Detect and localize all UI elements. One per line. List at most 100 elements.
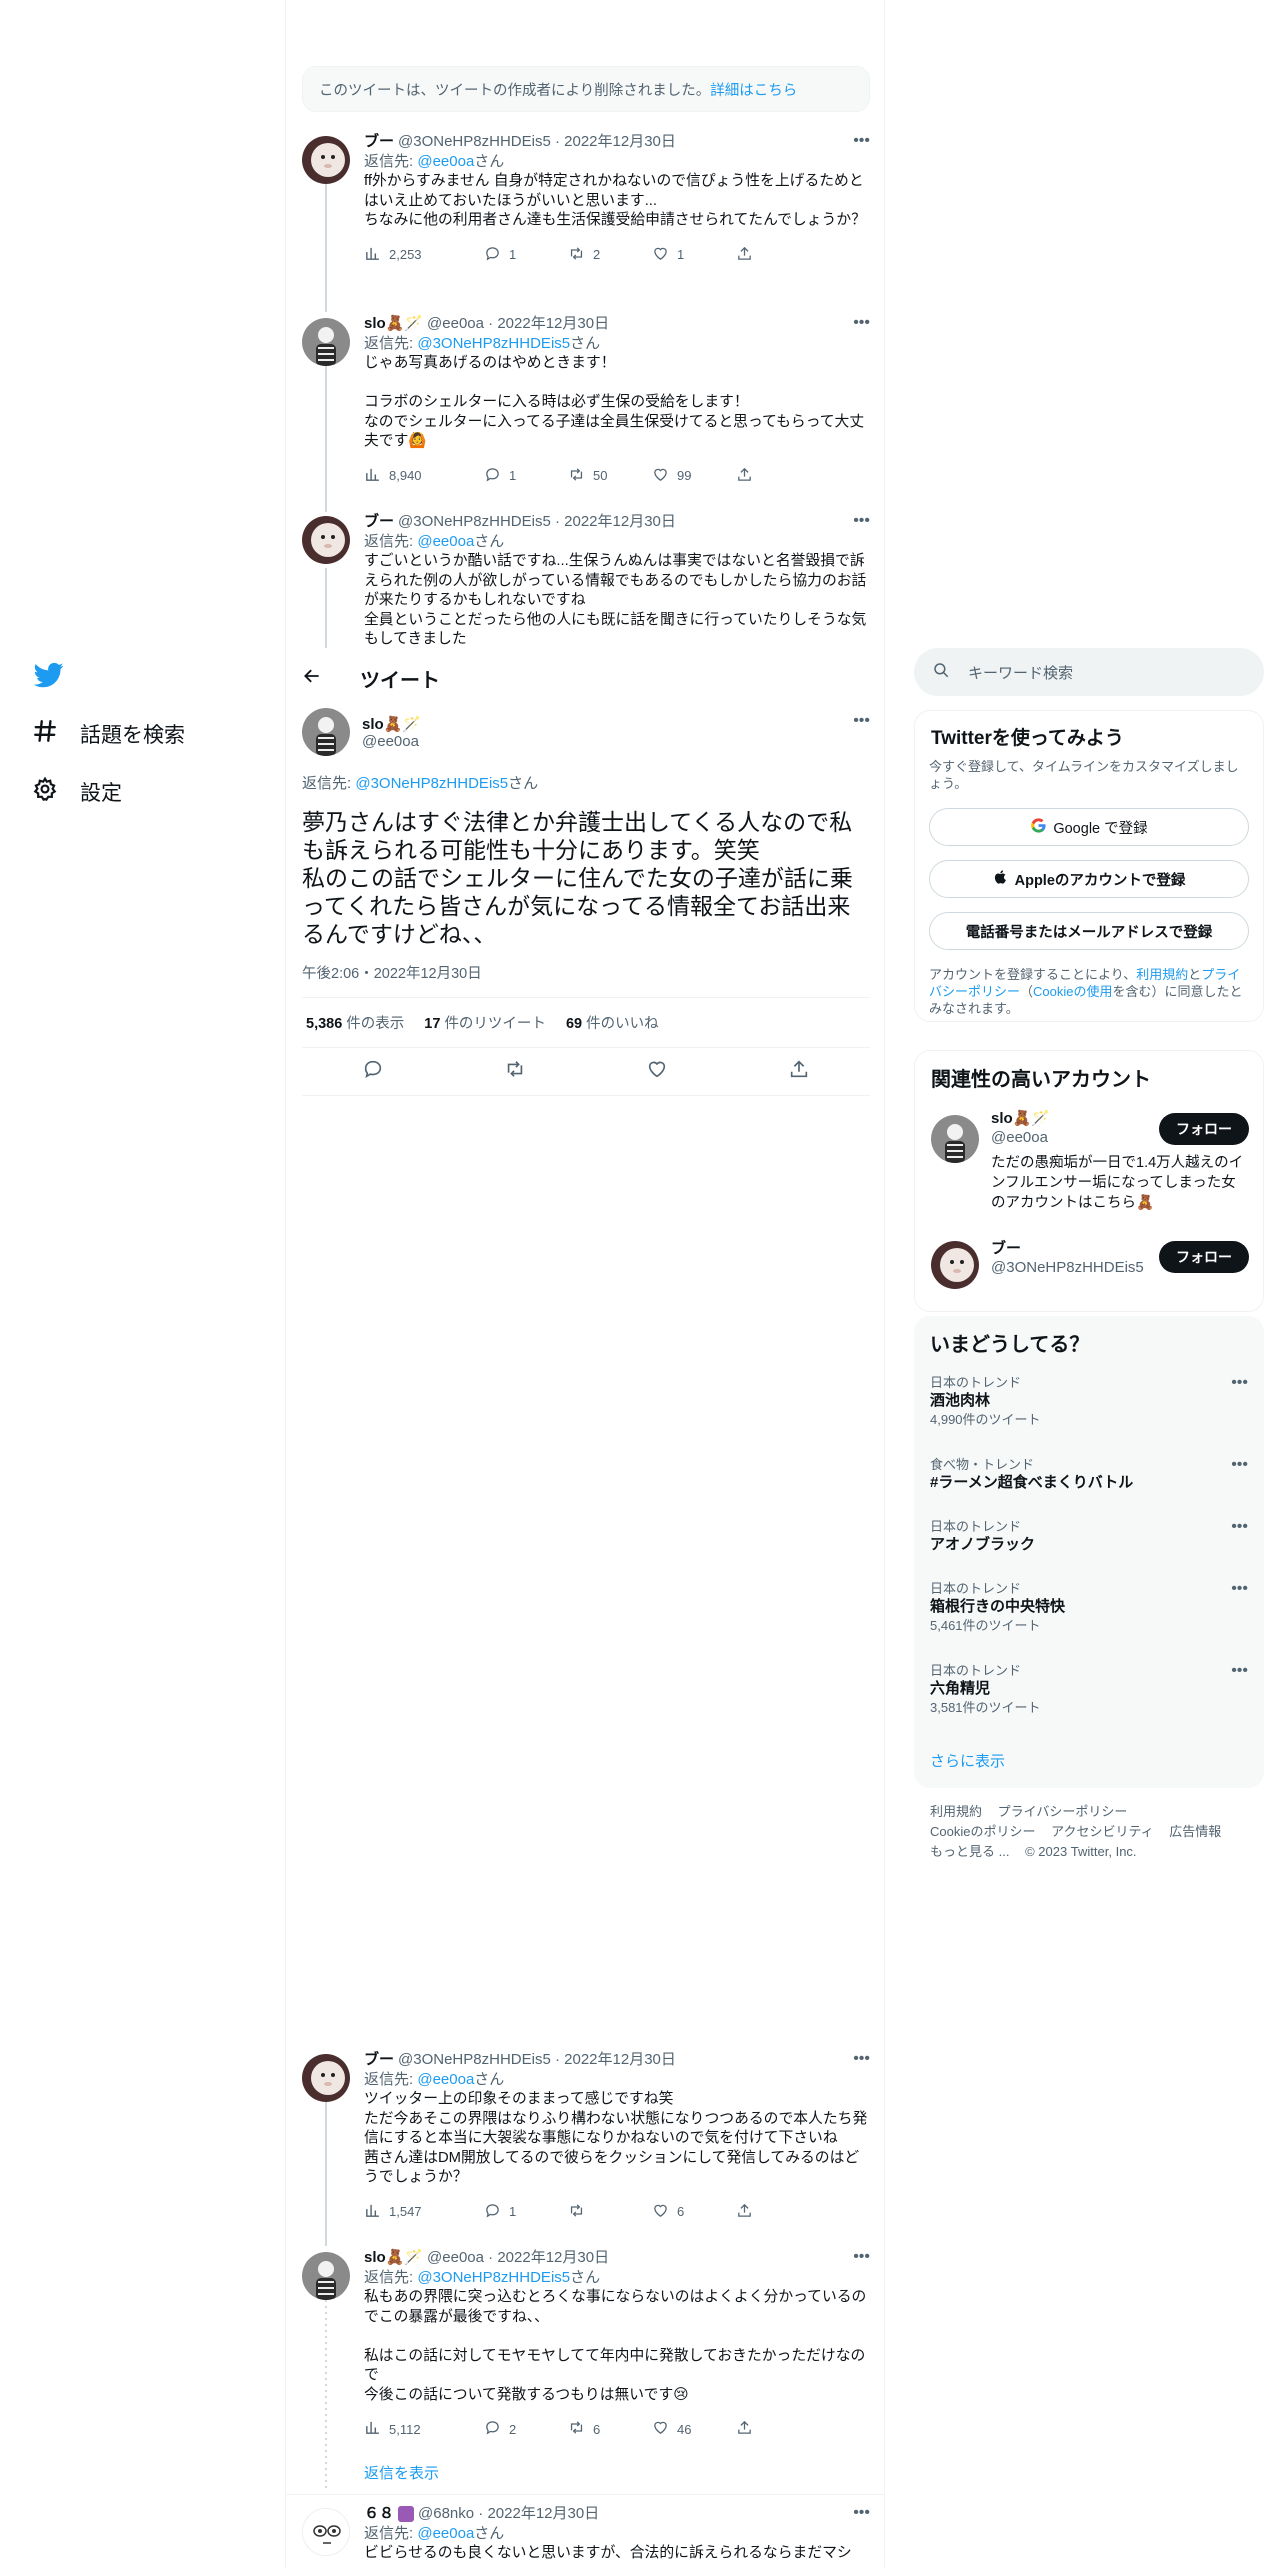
avatar[interactable] xyxy=(302,2508,350,2556)
tweet-date[interactable]: 2022年12月30日 xyxy=(487,2504,599,2524)
terms-link[interactable]: 利用規約 xyxy=(1136,967,1188,982)
more-options-icon[interactable]: ••• xyxy=(853,512,870,530)
like-button[interactable]: 1 xyxy=(652,245,736,265)
author-name[interactable]: ブー xyxy=(364,2050,394,2070)
more-options-icon[interactable]: ••• xyxy=(853,2504,870,2522)
tweet-date[interactable]: 2022年12月30日 xyxy=(497,2248,609,2268)
follow-button[interactable]: フォロー xyxy=(1159,1113,1249,1145)
views-button[interactable]: 2,253 xyxy=(364,245,484,265)
trend-item[interactable]: 日本のトレンド 酒池肉林 4,990件のツイート ••• xyxy=(930,1374,1248,1428)
author-handle[interactable]: @3ONeHP8zHHDEis5 xyxy=(398,2050,551,2070)
footer-terms-link[interactable]: 利用規約 xyxy=(930,1804,982,1819)
reply-icon[interactable] xyxy=(362,1058,384,1085)
more-options-icon[interactable]: ••• xyxy=(853,2050,870,2068)
related-account[interactable]: slo🧸🪄 @ee0oa ただの愚痴垢が一日で1.4万人越えのインフルエンサー垢… xyxy=(931,1109,1249,1219)
author-name[interactable]: ブー xyxy=(364,512,394,532)
author-handle[interactable]: @ee0oa xyxy=(427,314,484,334)
tweet-date[interactable]: 2022年12月30日 xyxy=(497,314,609,334)
share-button[interactable] xyxy=(736,245,753,265)
avatar[interactable] xyxy=(302,516,350,564)
tweet[interactable]: slo🧸🪄 @ee0oa · 2022年12月30日 ••• 返信先: @3ON… xyxy=(286,314,884,486)
like-button[interactable]: 99 xyxy=(652,466,736,486)
reply-to-handle[interactable]: @ee0oa xyxy=(417,2071,474,2088)
reply-to-handle[interactable]: @3ONeHP8zHHDEis5 xyxy=(417,335,570,352)
share-button[interactable] xyxy=(736,2202,753,2222)
retweet-button[interactable]: 2 xyxy=(568,245,652,265)
search-box[interactable]: キーワード検索 xyxy=(914,648,1264,696)
tweet-date[interactable]: 2022年12月30日 xyxy=(564,512,676,532)
reply-button[interactable]: 1 xyxy=(484,2202,568,2222)
tweet-timestamp[interactable]: 午後2:06・2022年12月30日 xyxy=(302,962,870,983)
reply-to-handle[interactable]: @ee0oa xyxy=(417,533,474,550)
reply-to-handle[interactable]: @ee0oa xyxy=(417,2525,474,2542)
tweet-date[interactable]: 2022年12月30日 xyxy=(564,132,676,152)
reply-button[interactable]: 1 xyxy=(484,466,568,486)
follow-button[interactable]: フォロー xyxy=(1159,1241,1249,1273)
more-options-icon[interactable]: ••• xyxy=(853,132,870,150)
author-name[interactable]: slo🧸🪄 xyxy=(364,314,423,334)
reply-to-handle[interactable]: @3ONeHP8zHHDEis5 xyxy=(417,2269,570,2286)
search-input[interactable]: キーワード検索 xyxy=(968,662,1073,683)
twitter-logo-icon[interactable] xyxy=(33,660,64,690)
more-options-icon[interactable]: ••• xyxy=(1231,1580,1248,1598)
author-handle[interactable]: @68nko xyxy=(418,2504,474,2524)
author-handle[interactable]: @ee0oa xyxy=(427,2248,484,2268)
retweet-button[interactable] xyxy=(568,2202,652,2222)
tweet[interactable]: slo🧸🪄 @ee0oa · 2022年12月30日 ••• 返信先: @3ON… xyxy=(286,2248,884,2439)
like-button[interactable]: 6 xyxy=(652,2202,736,2222)
tweet[interactable]: ６８ @68nko · 2022年12月30日 ••• 返信先: @ee0oaさ… xyxy=(286,2504,884,2564)
account-name[interactable]: slo🧸🪄 xyxy=(991,1109,1050,1127)
more-options-icon[interactable]: ••• xyxy=(1231,1374,1248,1392)
retweets-stat[interactable]: 17 件のリツイート xyxy=(424,1012,546,1033)
views-button[interactable]: 1,547 xyxy=(364,2202,484,2222)
trend-item[interactable]: 日本のトレンド 六角精児 3,581件のツイート ••• xyxy=(930,1662,1248,1716)
phone-email-signup-button[interactable]: 電話番号またはメールアドレスで登録 xyxy=(929,912,1249,950)
more-options-icon[interactable]: ••• xyxy=(853,2248,870,2266)
show-replies-link[interactable]: 返信を表示 xyxy=(364,2462,439,2483)
avatar[interactable] xyxy=(931,1115,979,1163)
tweet[interactable]: ブー @3ONeHP8zHHDEis5 · 2022年12月30日 ••• 返信… xyxy=(286,132,884,265)
avatar[interactable] xyxy=(302,2252,350,2300)
tweet[interactable]: ブー @3ONeHP8zHHDEis5 · 2022年12月30日 ••• 返信… xyxy=(286,2050,884,2222)
footer-more-link[interactable]: もっと見る ... xyxy=(930,1844,1009,1859)
tweet-date[interactable]: 2022年12月30日 xyxy=(564,2050,676,2070)
nav-settings[interactable]: 設定 xyxy=(32,776,122,808)
share-button[interactable] xyxy=(736,466,753,486)
views-button[interactable]: 8,940 xyxy=(364,466,484,486)
google-signup-button[interactable]: Google で登録 xyxy=(929,808,1249,846)
heart-icon[interactable] xyxy=(646,1058,668,1085)
more-options-icon[interactable]: ••• xyxy=(1231,1518,1248,1536)
avatar[interactable] xyxy=(931,1241,979,1289)
views-stat[interactable]: 5,386 件の表示 xyxy=(306,1012,404,1033)
retweet-icon[interactable] xyxy=(504,1058,526,1085)
avatar[interactable] xyxy=(302,318,350,366)
back-arrow-icon[interactable] xyxy=(302,666,322,691)
trend-item[interactable]: 日本のトレンド 箱根行きの中央特快 5,461件のツイート ••• xyxy=(930,1580,1248,1634)
footer-ads-link[interactable]: 広告情報 xyxy=(1169,1824,1221,1839)
reply-to-handle[interactable]: @ee0oa xyxy=(417,153,474,170)
more-options-icon[interactable]: ••• xyxy=(1231,1456,1248,1474)
related-account[interactable]: ブー @3ONeHP8zHHDEis5 フォロー xyxy=(931,1235,1249,1295)
account-handle[interactable]: @3ONeHP8zHHDEis5 xyxy=(991,1259,1144,1276)
show-more-link[interactable]: さらに表示 xyxy=(930,1750,1005,1771)
retweet-button[interactable]: 6 xyxy=(568,2419,652,2439)
author-handle[interactable]: @3ONeHP8zHHDEis5 xyxy=(398,132,551,152)
author-name[interactable]: slo🧸🪄 xyxy=(362,715,421,733)
reply-button[interactable]: 1 xyxy=(484,245,568,265)
learn-more-link[interactable]: 詳細はこちら xyxy=(710,79,797,100)
nav-explore[interactable]: 話題を検索 xyxy=(32,718,185,750)
author-name[interactable]: slo🧸🪄 xyxy=(364,2248,423,2268)
reply-to-handle[interactable]: @3ONeHP8zHHDEis5 xyxy=(355,775,508,792)
like-button[interactable]: 46 xyxy=(652,2419,736,2439)
author-handle[interactable]: @3ONeHP8zHHDEis5 xyxy=(398,512,551,532)
cookie-link[interactable]: Cookieの使用 xyxy=(1033,984,1112,999)
views-button[interactable]: 5,112 xyxy=(364,2419,484,2439)
more-options-icon[interactable]: ••• xyxy=(853,712,870,730)
author-name[interactable]: ブー xyxy=(364,132,394,152)
share-button[interactable] xyxy=(736,2419,753,2439)
more-options-icon[interactable]: ••• xyxy=(853,314,870,332)
account-handle[interactable]: @ee0oa xyxy=(991,1129,1048,1146)
author-handle[interactable]: @ee0oa xyxy=(362,733,421,750)
reply-button[interactable]: 2 xyxy=(484,2419,568,2439)
more-options-icon[interactable]: ••• xyxy=(1231,1662,1248,1680)
